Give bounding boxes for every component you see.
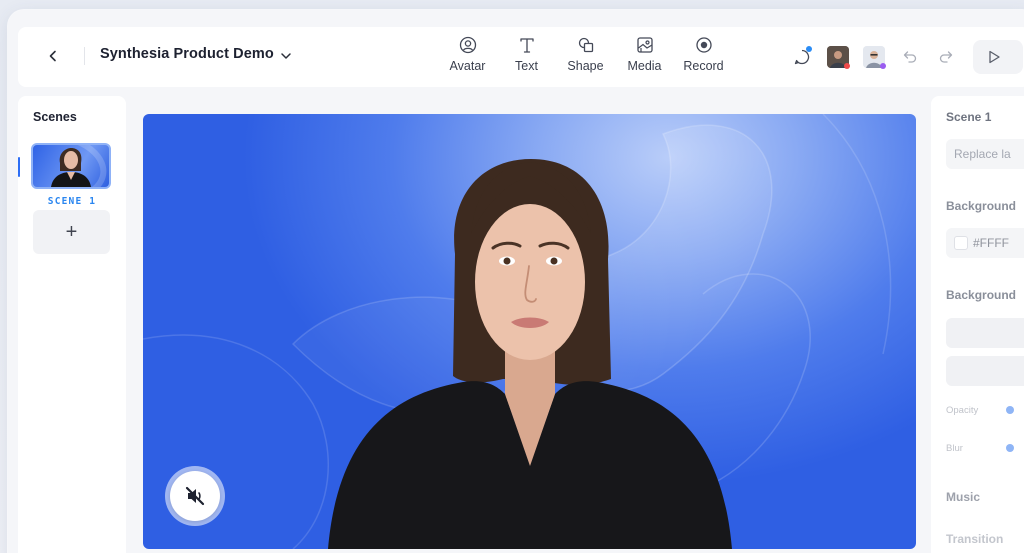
comment-button[interactable] [788, 43, 816, 71]
tool-label: Media [627, 59, 662, 73]
play-icon [989, 50, 1000, 64]
background-color-picker[interactable]: #FFFF [946, 228, 1024, 258]
scene-label: SCENE 1 [47, 196, 97, 207]
tool-text[interactable]: Text [497, 35, 556, 73]
undo-button[interactable] [896, 43, 924, 71]
record-icon [694, 35, 714, 55]
active-scene-marker [18, 157, 20, 177]
panel-title: Scene 1 [946, 110, 992, 124]
background-media-label: Background [946, 288, 1017, 302]
shape-icon [576, 35, 596, 55]
presenter-avatar [328, 159, 732, 549]
opacity-label: Opacity [946, 405, 979, 416]
top-bar: Synthesia Product Demo Avatar Text Shape [18, 27, 1024, 87]
video-canvas[interactable] [143, 114, 916, 549]
scene-thumbnail-image [51, 145, 107, 187]
scenes-title: Scenes [33, 110, 77, 124]
tool-label: Text [515, 59, 538, 73]
scene-thumbnail[interactable] [31, 143, 111, 189]
tool-avatar[interactable]: Avatar [438, 35, 497, 73]
media-icon [635, 35, 655, 55]
background-option-button[interactable] [946, 356, 1024, 386]
redo-button[interactable] [932, 43, 960, 71]
user-avatar-1[interactable] [824, 43, 852, 71]
tool-label: Avatar [449, 59, 486, 73]
color-hex-value: #FFFF [973, 236, 1009, 250]
background-color-label: Background [946, 199, 1017, 213]
scenes-panel: Scenes SCENE 1 + [18, 96, 126, 553]
muted-speaker-icon [185, 486, 205, 506]
blur-slider-handle[interactable] [1006, 444, 1014, 452]
redo-icon [939, 51, 953, 63]
tool-label: Shape [567, 59, 604, 73]
notification-dot [806, 46, 812, 52]
back-button[interactable] [40, 43, 66, 69]
music-label: Music [946, 490, 981, 504]
color-swatch [954, 236, 968, 250]
tool-label: Record [683, 59, 724, 73]
mute-toggle-button[interactable] [165, 466, 225, 526]
chevron-down-icon[interactable] [278, 48, 294, 64]
avatar-icon [458, 35, 478, 55]
collaboration-toolbar [788, 43, 968, 71]
insert-toolbar: Avatar Text Shape Media Record [438, 35, 733, 73]
undo-icon [903, 51, 917, 63]
divider [84, 47, 85, 65]
opacity-slider-handle[interactable] [1006, 406, 1014, 414]
blur-label: Blur [946, 443, 963, 454]
project-title[interactable]: Synthesia Product Demo [100, 46, 274, 62]
preview-play-button[interactable] [973, 40, 1023, 74]
tool-record[interactable]: Record [674, 35, 733, 73]
replace-layout-field[interactable]: Replace la [946, 139, 1024, 169]
add-scene-button[interactable]: + [33, 210, 110, 254]
tool-shape[interactable]: Shape [556, 35, 615, 73]
text-icon [517, 35, 537, 55]
status-dot [844, 63, 850, 69]
user-avatar-2[interactable] [860, 43, 888, 71]
background-media-button[interactable] [946, 318, 1024, 348]
status-dot [880, 63, 886, 69]
mute-button-face [170, 471, 220, 521]
properties-panel: Scene 1 Replace la Background #FFFF Back… [931, 96, 1024, 553]
chevron-left-icon [49, 50, 56, 62]
tool-media[interactable]: Media [615, 35, 674, 73]
transition-label: Transition [946, 532, 1004, 546]
